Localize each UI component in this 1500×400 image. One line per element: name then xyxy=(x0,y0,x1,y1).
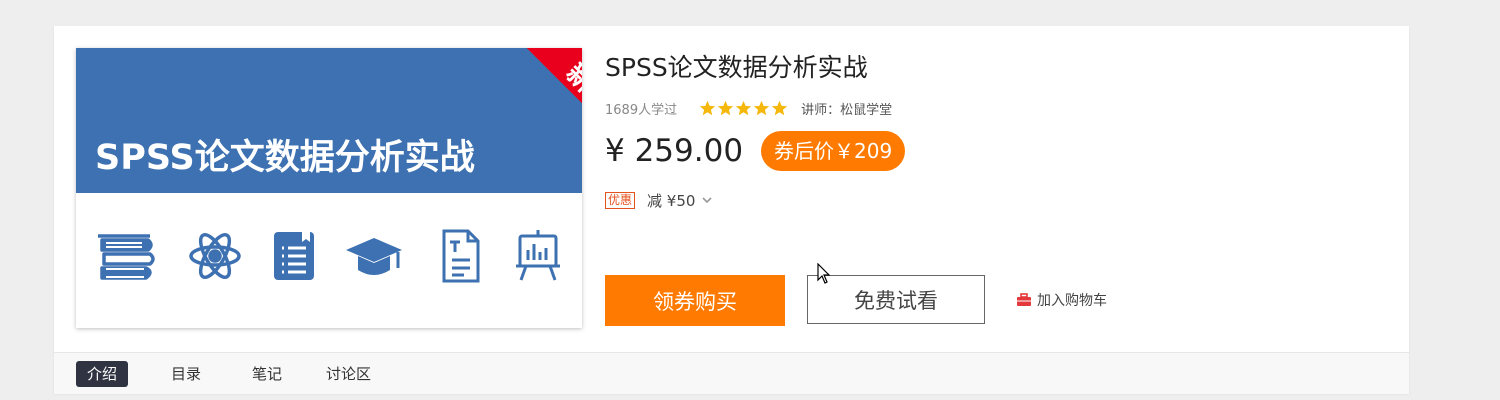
chevron-down-icon[interactable] xyxy=(701,194,713,206)
coupon-price-badge: 券后价￥209 xyxy=(761,131,906,171)
teacher-name[interactable]: 讲师：松鼠学堂 xyxy=(801,99,892,118)
cover-title: SPSS论文数据分析实战 xyxy=(95,138,475,178)
discount-tag: 优惠 xyxy=(605,191,636,209)
star-icon xyxy=(717,100,734,115)
tab-notes[interactable]: 笔记 xyxy=(252,361,282,387)
discount-row[interactable]: 优惠 减 ¥50 xyxy=(605,190,713,210)
learner-count: 1689人学过 xyxy=(605,102,678,118)
chart-board-icon xyxy=(506,228,570,284)
star-icon xyxy=(735,100,752,115)
course-title: SPSS论文数据分析实战 xyxy=(605,53,868,82)
tab-intro[interactable]: 介绍 xyxy=(76,361,129,387)
star-icon xyxy=(753,100,770,115)
course-tab-bar: 介绍 目录 笔记 讨论区 xyxy=(54,352,1409,394)
discount-text: 减 ¥50 xyxy=(647,191,696,210)
add-to-cart-label: 加入购物车 xyxy=(1037,293,1107,309)
course-price: ¥ 259.00 xyxy=(605,133,744,169)
graduation-cap-icon xyxy=(342,228,406,284)
course-card: SPSS论文数据分析实战 新课 SPSS论文数据分析实战 1689人学过 讲师：… xyxy=(54,26,1409,394)
free-trial-button[interactable]: 免费试看 xyxy=(807,275,985,324)
tab-catalog[interactable]: 目录 xyxy=(171,361,201,387)
claim-coupon-buy-button[interactable]: 领券购买 xyxy=(605,275,785,326)
notebook-icon xyxy=(262,228,326,284)
rating-stars xyxy=(699,100,789,117)
toolbox-icon xyxy=(1017,293,1031,306)
course-cover-image[interactable]: SPSS论文数据分析实战 新课 xyxy=(76,48,582,328)
course-meta: 1689人学过 讲师：松鼠学堂 xyxy=(605,99,892,118)
tab-discussion[interactable]: 讨论区 xyxy=(326,361,371,387)
atom-icon xyxy=(183,228,247,284)
document-icon xyxy=(428,228,492,284)
price-row: ¥ 259.00 券后价￥209 xyxy=(605,129,906,173)
star-icon xyxy=(771,100,788,115)
add-to-cart-link[interactable]: 加入购物车 xyxy=(1016,290,1107,310)
star-icon xyxy=(699,100,716,115)
mouse-cursor-icon xyxy=(817,263,831,284)
books-icon xyxy=(96,228,160,284)
